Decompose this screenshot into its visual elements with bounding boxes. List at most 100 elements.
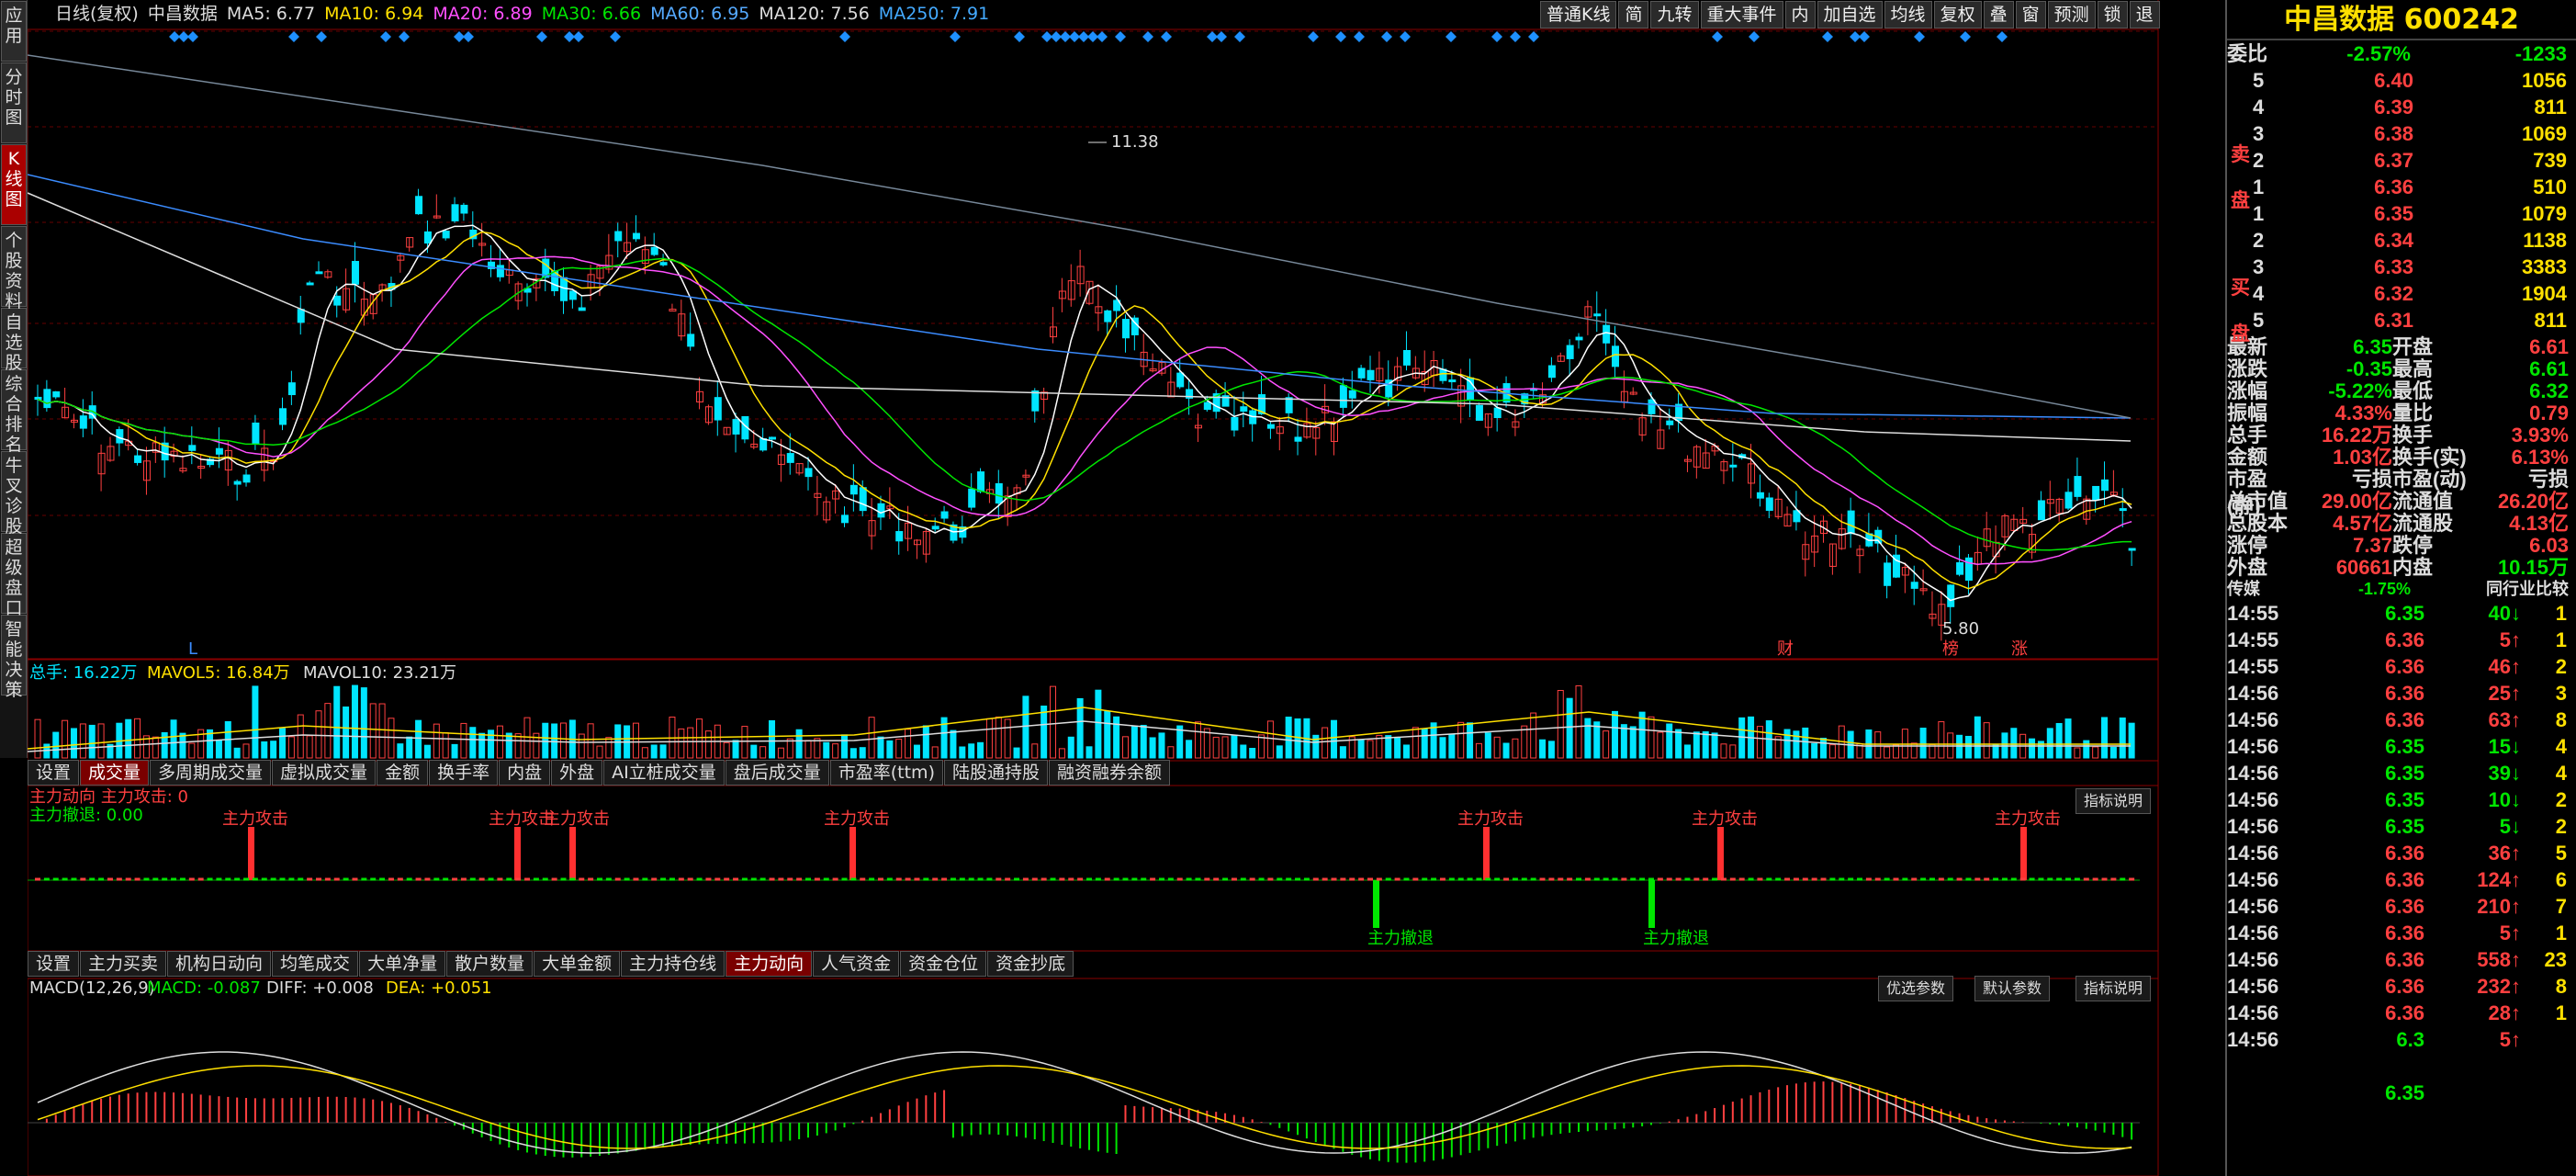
chart-svg[interactable]: 12.7911.5710.359.117.896.6711.385.80L财榜涨… [28, 0, 2160, 1176]
candle-body [977, 471, 985, 492]
volume-bar [451, 743, 458, 759]
volume-bar [1475, 742, 1482, 759]
volume-bar [1086, 746, 1093, 759]
volume-bar [1566, 697, 1573, 759]
sidebar-btn-5[interactable]: 综合排名 [1, 369, 27, 455]
sidebar-btn-4[interactable]: 自选股 [1, 308, 27, 373]
force-tabs-tab-3[interactable]: 均笔成交 [272, 951, 359, 977]
candle-body [1176, 372, 1185, 388]
sidebar-btn-6[interactable]: 牛叉诊股 [1, 451, 27, 537]
force-tabs-tab-4[interactable]: 大单净量 [359, 951, 446, 977]
candle-body [995, 482, 1003, 504]
force-tabs-tab-2[interactable]: 机构日动向 [167, 951, 272, 977]
candle-body [1910, 582, 1918, 589]
event-diamond [1335, 31, 1346, 42]
volume-tabs-tab-6[interactable]: 内盘 [499, 760, 551, 786]
tick-row: 6.35 [2227, 1080, 2576, 1106]
toolbar-btn-5[interactable]: 加自选 [1817, 1, 1883, 28]
sidebar-btn-3[interactable]: 个股资料 [1, 226, 27, 311]
sidebar-btn-7[interactable]: 超级盘口 [1, 533, 27, 618]
candle-body [1339, 385, 1347, 408]
force-tabs-tab-0[interactable]: 设置 [28, 951, 80, 977]
force-tabs-tab-7[interactable]: 主力持仓线 [621, 951, 726, 977]
volume-bar [678, 728, 685, 759]
macd-preferred-params[interactable]: 优选参数 [1878, 976, 1954, 1001]
event-diamond [1161, 31, 1172, 42]
force-attack-bar [1483, 827, 1490, 880]
tick-row-cell: 1 [2555, 628, 2567, 651]
toolbar-btn-8[interactable]: 叠 [1983, 1, 2014, 28]
tick-row-cell: 5↑ [2499, 1028, 2521, 1051]
force-tabs-tab-11[interactable]: 资金抄底 [987, 951, 1074, 977]
force-tabs-tab-5[interactable]: 散户数量 [446, 951, 534, 977]
macd-default-params[interactable]: 默认参数 [1974, 976, 2051, 1001]
toolbar-btn-4[interactable]: 内 [1784, 1, 1816, 28]
quote-panel: 中昌数据 600242 委比 -2.57% -1233 5 6.40 1056 4 6.39 8… [2225, 0, 2576, 1176]
sidebar-btn-0[interactable]: 应用 [1, 1, 27, 62]
tick-row-cell: 6.36 [2385, 1001, 2424, 1024]
toolbar-btn-10[interactable]: 预测 [2047, 1, 2096, 28]
macd-help-button[interactable]: 指标说明 [2075, 976, 2152, 1001]
force-attack-bar [569, 827, 576, 880]
force-tabs-tab-8[interactable]: 主力动向 [726, 951, 813, 977]
volume-bar [659, 744, 667, 759]
toolbar-btn-11[interactable]: 锁 [2097, 1, 2128, 28]
volume-bar [795, 729, 803, 759]
sidebar-btn-1[interactable]: 分时图 [1, 62, 27, 143]
volume-bar [895, 739, 903, 759]
volume-tabs-tab-11[interactable]: 陆股通持股 [943, 760, 1048, 786]
volume-tabs-tab-2[interactable]: 多周期成交量 [150, 760, 272, 786]
volume-bar [252, 685, 259, 759]
force-attack-bar [514, 827, 521, 880]
volume-bar [478, 732, 486, 759]
force-help-button[interactable]: 指标说明 [2075, 788, 2152, 814]
volume-tabs-tab-7[interactable]: 外盘 [551, 760, 603, 786]
buy-level-cell: 3383 [2522, 255, 2567, 278]
candle-body [1031, 390, 1040, 412]
tick-row-cell: 14:56 [2227, 975, 2279, 998]
volume-bar [343, 707, 350, 759]
toolbar-btn-2[interactable]: 九转 [1650, 1, 1699, 28]
volume-bar [687, 727, 694, 759]
sidebar-btn-8[interactable]: 智能决策 [1, 615, 27, 700]
volume-tabs-tab-12[interactable]: 融资融券余额 [1049, 760, 1171, 786]
volume-tabs-tab-10[interactable]: 市盈率(ttm) [829, 760, 943, 786]
volume-tabs-tab-5[interactable]: 换手率 [429, 760, 499, 786]
force-tabs-tab-9[interactable]: 人气资金 [813, 951, 900, 977]
toolbar-btn-1[interactable]: 简 [1618, 1, 1649, 28]
volume-bar [2119, 717, 2126, 759]
force-tabs-tab-10[interactable]: 资金仓位 [900, 951, 987, 977]
volume-bar [1938, 721, 1945, 759]
buy-level: 2 6.34 1138 [2227, 227, 2576, 254]
tick-row-cell [2521, 1026, 2567, 1053]
candle-body [2064, 492, 2073, 509]
stat-row-cell: 0.79 [2529, 401, 2569, 424]
force-tabs-tab-6[interactable]: 大单金额 [534, 951, 621, 977]
volume-tabs-tab-9[interactable]: 盘后成交量 [725, 760, 829, 786]
volume-bar [1884, 746, 1891, 759]
volume-bar [188, 742, 196, 759]
toolbar-btn-12[interactable]: 退 [2129, 1, 2160, 28]
sidebar-btn-2[interactable]: K线图 [1, 144, 27, 225]
stat-row: 外盘 60661 内盘 10.15万 [2227, 554, 2576, 579]
volume-tabs-tab-8[interactable]: AI立桩成交量 [603, 760, 725, 786]
toolbar-btn-9[interactable]: 窗 [2015, 1, 2046, 28]
volume-bar [551, 723, 558, 759]
marker-zhang: 涨 [2011, 639, 2028, 659]
event-diamond [1491, 31, 1502, 42]
volume-tabs-tab-3[interactable]: 虚拟成交量 [272, 760, 377, 786]
toolbar-btn-3[interactable]: 重大事件 [1700, 1, 1783, 28]
stat-row: 涨幅 -5.22% 最低 6.32 [2227, 378, 2576, 402]
toolbar-btn-0[interactable]: 普通K线 [1540, 1, 1617, 28]
volume-bar [1402, 744, 1410, 759]
event-diamond [1510, 31, 1521, 42]
toolbar-btn-7[interactable]: 复权 [1933, 1, 1982, 28]
volume-tabs-tab-1[interactable]: 成交量 [80, 760, 150, 786]
volume-bar [1266, 720, 1274, 759]
toolbar-btn-6[interactable]: 均线 [1884, 1, 1932, 28]
force-tabs-tab-1[interactable]: 主力买卖 [80, 951, 167, 977]
tick-row-cell: 6.36 [2385, 708, 2424, 731]
volume-tabs-tab-0[interactable]: 设置 [28, 760, 80, 786]
volume-bar [1521, 725, 1528, 759]
volume-tabs-tab-4[interactable]: 金额 [377, 760, 429, 786]
